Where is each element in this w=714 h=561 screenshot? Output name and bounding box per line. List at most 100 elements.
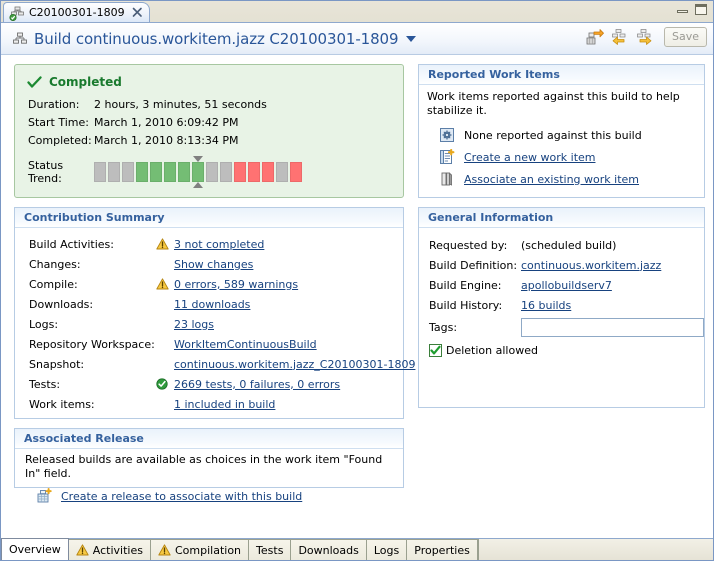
general-info-row: Build History:16 builds: [429, 295, 696, 315]
tab-overview[interactable]: Overview: [1, 538, 69, 560]
create-release-row[interactable]: Create a release to associate with this …: [36, 488, 395, 504]
trend-bar-13-red[interactable]: [262, 162, 274, 182]
contribution-row-value[interactable]: 1 included in build: [174, 398, 275, 411]
trend-bar-3-gray[interactable]: [122, 162, 134, 182]
previous-build-icon[interactable]: [611, 28, 629, 46]
trend-bar-10-gray[interactable]: [220, 162, 232, 182]
close-icon[interactable]: [132, 7, 143, 18]
contribution-row-label: Tests:: [29, 378, 156, 391]
editor-tab-build[interactable]: C20100301-1809: [3, 2, 150, 22]
tags-input[interactable]: [521, 318, 704, 337]
contribution-row-label: Build Activities:: [29, 238, 156, 251]
reported-work-items-title: Reported Work Items: [419, 65, 704, 85]
contribution-row-label: Work items:: [29, 398, 156, 411]
contribution-row-value[interactable]: Show changes: [174, 258, 253, 271]
status-trend-bars[interactable]: [94, 162, 302, 182]
trend-bar-11-red[interactable]: [234, 162, 246, 182]
save-button[interactable]: Save: [664, 27, 707, 47]
form-toolbar: Save: [586, 27, 707, 47]
trend-bar-8-green[interactable]: [192, 162, 204, 182]
trend-bar-14-gray[interactable]: [276, 162, 288, 182]
build-status-panel: Completed Duration: 2 hours, 3 minutes, …: [14, 64, 404, 198]
tab-label: Logs: [374, 544, 399, 557]
tab-logs[interactable]: Logs: [367, 539, 407, 560]
contribution-row: Tests: 2669 tests, 0 failures, 0 errors: [29, 374, 394, 394]
contribution-row-value[interactable]: 0 errors, 589 warnings: [174, 278, 298, 291]
contribution-row-label: Compile:: [29, 278, 156, 291]
deletion-allowed-row[interactable]: Deletion allowed: [429, 344, 696, 357]
general-info-label: Build History:: [429, 299, 521, 312]
trend-bar-5-green[interactable]: [150, 162, 162, 182]
tab-tests[interactable]: Tests: [249, 539, 291, 560]
contribution-row-value[interactable]: WorkItemContinuousBuild: [174, 338, 317, 351]
contribution-row-label: Repository Workspace:: [29, 338, 156, 351]
general-info-value[interactable]: continuous.workitem.jazz: [521, 259, 661, 272]
tab-label: Downloads: [298, 544, 358, 557]
trend-bar-2-gray[interactable]: [108, 162, 120, 182]
contribution-row: Build Activities: 3 not completed: [29, 234, 394, 254]
trend-bar-7-green[interactable]: [178, 162, 190, 182]
completed-label: Completed:: [28, 133, 94, 148]
chevron-down-icon[interactable]: [406, 36, 416, 42]
start-time-label: Start Time:: [28, 115, 94, 130]
form-body: Completed Duration: 2 hours, 3 minutes, …: [1, 55, 713, 541]
maximize-icon[interactable]: [695, 4, 707, 15]
trend-bar-15-red[interactable]: [290, 162, 302, 182]
contribution-row-value[interactable]: continuous.workitem.jazz_C20100301-1809: [174, 358, 415, 371]
view-window-controls: [677, 4, 707, 15]
create-release-link[interactable]: Create a release to associate with this …: [61, 490, 302, 503]
contribution-row-value[interactable]: 11 downloads: [174, 298, 250, 311]
reported-work-items-section: Reported Work Items Work items reported …: [418, 64, 705, 198]
duration-row: Duration: 2 hours, 3 minutes, 51 seconds: [28, 97, 403, 112]
next-build-icon[interactable]: [636, 28, 654, 46]
contribution-summary-title: Contribution Summary: [15, 208, 403, 228]
associated-release-title: Associated Release: [15, 429, 403, 449]
new-work-item-icon: [439, 149, 455, 165]
contribution-row-label: Logs:: [29, 318, 156, 331]
build-editor-view: C20100301-1809 Build continuous.workitem…: [0, 0, 714, 561]
trend-bar-12-red[interactable]: [248, 162, 260, 182]
duration-label: Duration:: [28, 97, 94, 112]
contribution-row-value[interactable]: 2669 tests, 0 failures, 0 errors: [174, 378, 340, 391]
associate-work-item-row[interactable]: Associate an existing work item: [439, 171, 696, 187]
tab-downloads[interactable]: Downloads: [291, 539, 366, 560]
contribution-row: Work items: 1 included in build: [29, 394, 394, 414]
build-status-fields: Duration: 2 hours, 3 minutes, 51 seconds…: [28, 97, 403, 148]
trend-bar-6-green[interactable]: [164, 162, 176, 182]
warning-icon: [158, 544, 171, 556]
contribution-row-label: Snapshot:: [29, 358, 156, 371]
general-info-value[interactable]: 16 builds: [521, 299, 571, 312]
contribution-row-value[interactable]: 23 logs: [174, 318, 214, 331]
tab-activities[interactable]: Activities: [69, 539, 151, 560]
deletion-allowed-checkbox[interactable]: [429, 344, 442, 357]
trend-bar-1-gray[interactable]: [94, 162, 106, 182]
general-info-value[interactable]: apollobuildserv7: [521, 279, 612, 292]
contribution-row-value[interactable]: 3 not completed: [174, 238, 264, 251]
contribution-row: Compile: 0 errors, 589 warnings: [29, 274, 394, 294]
trend-bar-9-gray[interactable]: [206, 162, 218, 182]
associate-work-item-link[interactable]: Associate an existing work item: [464, 173, 639, 186]
tab-properties[interactable]: Properties: [407, 539, 478, 560]
status-trend-label: Status Trend:: [28, 159, 94, 185]
warning-icon: [76, 544, 89, 556]
request-build-icon[interactable]: [586, 28, 604, 46]
general-info-value: (scheduled build): [521, 239, 616, 252]
tab-compilation[interactable]: Compilation: [151, 539, 249, 560]
tab-label: Properties: [414, 544, 470, 557]
none-reported-row: None reported against this build: [439, 127, 696, 143]
tab-label: Tests: [256, 544, 283, 557]
checkmark-icon: [27, 76, 42, 89]
status-trend-row: Status Trend:: [28, 159, 403, 185]
general-information-section: General Information Requested by:(schedu…: [418, 207, 705, 408]
create-work-item-link[interactable]: Create a new work item: [464, 151, 595, 164]
minimize-icon[interactable]: [677, 5, 688, 14]
associated-release-section: Associated Release Released builds are a…: [14, 428, 404, 488]
editor-tab-label: C20100301-1809: [29, 6, 125, 19]
success-icon: [156, 378, 174, 390]
trend-bar-4-green[interactable]: [136, 162, 148, 182]
contribution-row: Downloads:11 downloads: [29, 294, 394, 314]
tab-label: Overview: [9, 543, 61, 556]
general-info-label: Requested by:: [429, 239, 521, 252]
create-work-item-row[interactable]: Create a new work item: [439, 149, 696, 165]
start-time-value: March 1, 2010 6:09:42 PM: [94, 115, 239, 130]
